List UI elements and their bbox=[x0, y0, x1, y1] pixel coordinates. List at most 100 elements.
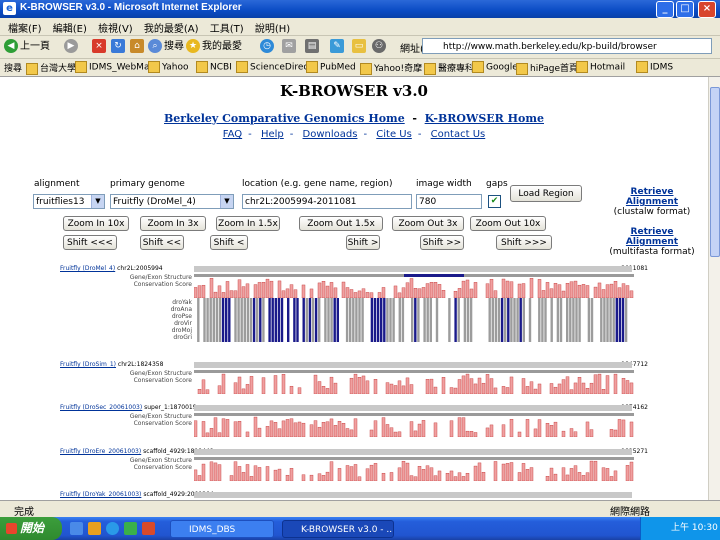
retrieve-alignment-clustalw-link[interactable]: Retrieve Alignment bbox=[606, 187, 698, 207]
quicklaunch-media-icon[interactable] bbox=[124, 522, 137, 535]
zoom-in-10x-button[interactable]: Zoom In 10x bbox=[63, 216, 129, 231]
task-idms-dbs[interactable]: IDMS_DBS bbox=[170, 520, 274, 538]
quicklaunch-ie-icon[interactable] bbox=[106, 522, 119, 535]
menu-help[interactable]: 說明(H) bbox=[255, 20, 290, 35]
menu-favorites[interactable]: 我的最愛(A) bbox=[144, 20, 199, 35]
maximize-button[interactable]: □ bbox=[676, 1, 694, 18]
conservation-bar bbox=[349, 466, 354, 481]
faq-link[interactable]: FAQ bbox=[223, 129, 242, 140]
shift-right-2-button[interactable]: Shift >> bbox=[420, 235, 464, 250]
zoom-in-1-5x-button[interactable]: Zoom In 1.5x bbox=[216, 216, 280, 231]
conservation-bar bbox=[245, 384, 250, 394]
zoom-out-10x-button[interactable]: Zoom Out 10x bbox=[470, 216, 546, 231]
image-width-label: image width bbox=[416, 179, 472, 189]
link-pubmed[interactable]: PubMed bbox=[306, 61, 356, 73]
vertical-scrollbar[interactable] bbox=[708, 77, 720, 500]
shift-left-2-button[interactable]: Shift << bbox=[140, 235, 184, 250]
link-yahoo[interactable]: Yahoo bbox=[148, 61, 189, 73]
location-input[interactable]: chr2L:2005994-2011081 bbox=[242, 194, 412, 209]
history-button[interactable]: ◷ bbox=[260, 39, 276, 55]
track-genome-link[interactable]: Fruitfly (DroSim_1) bbox=[60, 361, 116, 368]
forward-button[interactable]: ▶ bbox=[64, 39, 80, 55]
link-search[interactable]: 搜尋 bbox=[4, 61, 22, 74]
conservation-bar bbox=[265, 426, 270, 437]
zoom-in-3x-button[interactable]: Zoom In 3x bbox=[140, 216, 206, 231]
favorites-button[interactable]: ★ 我的最愛 bbox=[186, 39, 242, 55]
conservation-bar bbox=[489, 424, 494, 437]
quicklaunch-app-icon[interactable] bbox=[142, 522, 155, 535]
address-field[interactable]: http://www.math.berkeley.edu/kp-build/br… bbox=[422, 38, 712, 54]
conservation-bar bbox=[329, 461, 334, 481]
zoom-out-1-5x-button[interactable]: Zoom Out 1.5x bbox=[299, 216, 383, 231]
contact-us-link[interactable]: Contact Us bbox=[431, 129, 486, 140]
conservation-bar bbox=[245, 464, 250, 481]
primary-genome-select[interactable]: Fruitfly (DroMel_4) ▼ bbox=[110, 194, 234, 209]
menu-edit[interactable]: 編輯(E) bbox=[53, 20, 87, 35]
refresh-button[interactable]: ↻ bbox=[111, 39, 127, 55]
cite-us-link[interactable]: Cite Us bbox=[376, 129, 412, 140]
stop-button[interactable]: × bbox=[92, 39, 108, 55]
link-hotmail[interactable]: Hotmail bbox=[576, 61, 625, 73]
alignment-block bbox=[392, 298, 395, 342]
menu-view[interactable]: 檢視(V) bbox=[98, 20, 133, 35]
home-button[interactable]: ⌂ bbox=[130, 39, 146, 55]
alignment-block bbox=[429, 298, 432, 342]
shift-right-3-button[interactable]: Shift >>> bbox=[496, 235, 552, 250]
task-kbrowser[interactable]: K-BROWSER v3.0 - ... bbox=[282, 520, 394, 538]
quicklaunch-desktop-icon[interactable] bbox=[70, 522, 83, 535]
forward-arrow-icon: ▶ bbox=[64, 39, 78, 53]
menu-tools[interactable]: 工具(T) bbox=[210, 20, 244, 35]
downloads-link[interactable]: Downloads bbox=[303, 129, 358, 140]
load-region-button[interactable]: Load Region bbox=[510, 185, 582, 202]
discuss-button[interactable]: ▭ bbox=[352, 39, 368, 55]
conservation-bar bbox=[281, 374, 286, 394]
conservation-bar bbox=[361, 288, 366, 298]
link-ncbi[interactable]: NCBI bbox=[196, 61, 232, 73]
shift-left-3-button[interactable]: Shift <<< bbox=[63, 235, 117, 250]
conservation-bar bbox=[565, 376, 570, 394]
kbrowser-home-link[interactable]: K-BROWSER Home bbox=[425, 112, 544, 125]
back-button[interactable]: ◀ 上一頁 bbox=[4, 39, 50, 55]
link-idms-webmail[interactable]: IDMS_WebMail bbox=[75, 61, 154, 73]
scrollbar-thumb[interactable] bbox=[710, 87, 720, 257]
link-yahoo-kimo[interactable]: Yahoo!奇摩 bbox=[360, 61, 422, 75]
berkeley-home-link[interactable]: Berkeley Comparative Genomics Home bbox=[164, 112, 405, 125]
mail-button[interactable]: ✉ bbox=[282, 39, 298, 55]
start-button[interactable]: 開始 bbox=[0, 517, 62, 540]
gaps-checkbox[interactable]: ✔ bbox=[488, 195, 501, 208]
conservation-bar bbox=[373, 420, 378, 437]
link-medical[interactable]: 醫療專科 bbox=[424, 61, 474, 75]
menu-file[interactable]: 檔案(F) bbox=[8, 20, 42, 35]
search-button[interactable]: ⌕ 搜尋 bbox=[148, 39, 184, 55]
print-button[interactable]: ▤ bbox=[305, 39, 321, 55]
help-link[interactable]: Help bbox=[261, 129, 284, 140]
alignment-select[interactable]: fruitflies13 ▼ bbox=[33, 194, 105, 209]
link-sciencedirect[interactable]: ScienceDirect bbox=[236, 61, 312, 73]
image-width-input[interactable]: 780 bbox=[416, 194, 482, 209]
shift-left-1-button[interactable]: Shift < bbox=[210, 235, 248, 250]
quicklaunch-folder-icon[interactable] bbox=[88, 522, 101, 535]
link-google[interactable]: Google bbox=[472, 61, 518, 73]
alignment-block bbox=[398, 298, 401, 342]
zoom-out-3x-button[interactable]: Zoom Out 3x bbox=[392, 216, 464, 231]
close-button[interactable]: × bbox=[698, 1, 716, 18]
minimize-button[interactable]: _ bbox=[656, 1, 674, 18]
folder-icon bbox=[306, 61, 318, 73]
shift-right-1-button[interactable]: Shift > bbox=[346, 235, 380, 250]
link-ntu[interactable]: 台灣大學 bbox=[26, 61, 76, 75]
alignment-block bbox=[352, 298, 355, 342]
track-row-label: Gene/Exon Structure bbox=[129, 274, 192, 281]
link-idms[interactable]: IDMS bbox=[636, 61, 673, 73]
track-genome-link[interactable]: Fruitfly (DroYak_20061003) bbox=[60, 491, 141, 498]
messenger-button[interactable]: ⚇ bbox=[372, 39, 388, 55]
conservation-bar bbox=[337, 468, 342, 481]
edit-button[interactable]: ✎ bbox=[330, 39, 346, 55]
track-genome-link[interactable]: Fruitfly (DroMel_4) bbox=[60, 265, 115, 272]
link-hipage[interactable]: hiPage首頁 bbox=[516, 61, 578, 75]
track-genome-link[interactable]: Fruitfly (DroSec_20061003) bbox=[60, 404, 142, 411]
alignment-block bbox=[469, 298, 473, 342]
retrieve-alignment-multifasta-link[interactable]: Retrieve Alignment bbox=[606, 227, 698, 247]
conservation-bar bbox=[393, 431, 398, 437]
title-bar[interactable]: e K-BROWSER v3.0 - Microsoft Internet Ex… bbox=[0, 0, 720, 18]
track-genome-link[interactable]: Fruitfly (DroEre_20061003) bbox=[60, 448, 141, 455]
